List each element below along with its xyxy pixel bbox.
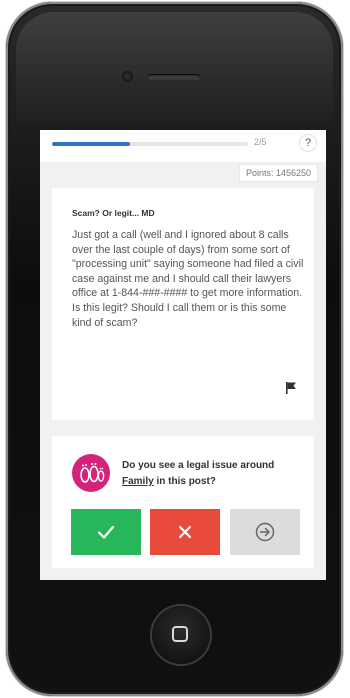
- family-feet-icon: [72, 454, 110, 492]
- front-camera: [122, 71, 133, 82]
- skip-button[interactable]: [230, 509, 300, 555]
- post-title: Scam? Or legit... MD: [72, 208, 155, 218]
- question-text-before: Do you see a legal issue around: [122, 460, 275, 471]
- arrow-circle-icon: [255, 522, 275, 542]
- phone-frame: 2/5 ? Points: 1456250 Scam? Or legit... …: [6, 2, 343, 696]
- no-button[interactable]: [150, 509, 220, 555]
- flag-icon[interactable]: [284, 381, 298, 395]
- home-button[interactable]: [152, 606, 210, 664]
- progress-bar: [52, 142, 248, 146]
- app-screen: 2/5 ? Points: 1456250 Scam? Or legit... …: [40, 130, 326, 580]
- quiz-header: 2/5 ?: [40, 130, 326, 162]
- earpiece-speaker: [148, 74, 200, 80]
- checkmark-icon: [97, 525, 115, 539]
- post-card: Scam? Or legit... MD Just got a call (we…: [52, 188, 314, 420]
- progress-counter: 2/5: [254, 137, 267, 147]
- help-button[interactable]: ?: [299, 134, 317, 152]
- legal-issue-question: Do you see a legal issue around Family i…: [122, 458, 308, 490]
- question-text-after: in this post?: [156, 476, 216, 487]
- progress-bar-fill: [52, 142, 131, 146]
- question-card: Do you see a legal issue around Family i…: [52, 436, 314, 568]
- home-square-icon: [172, 626, 188, 642]
- points-badge: Points: 1456250: [238, 164, 318, 182]
- phone-sheen: [16, 12, 333, 132]
- cross-icon: [178, 525, 192, 539]
- post-body: Just got a call (well and I ignored abou…: [72, 229, 304, 329]
- topic-link[interactable]: Family: [122, 476, 154, 487]
- yes-button[interactable]: [71, 509, 141, 555]
